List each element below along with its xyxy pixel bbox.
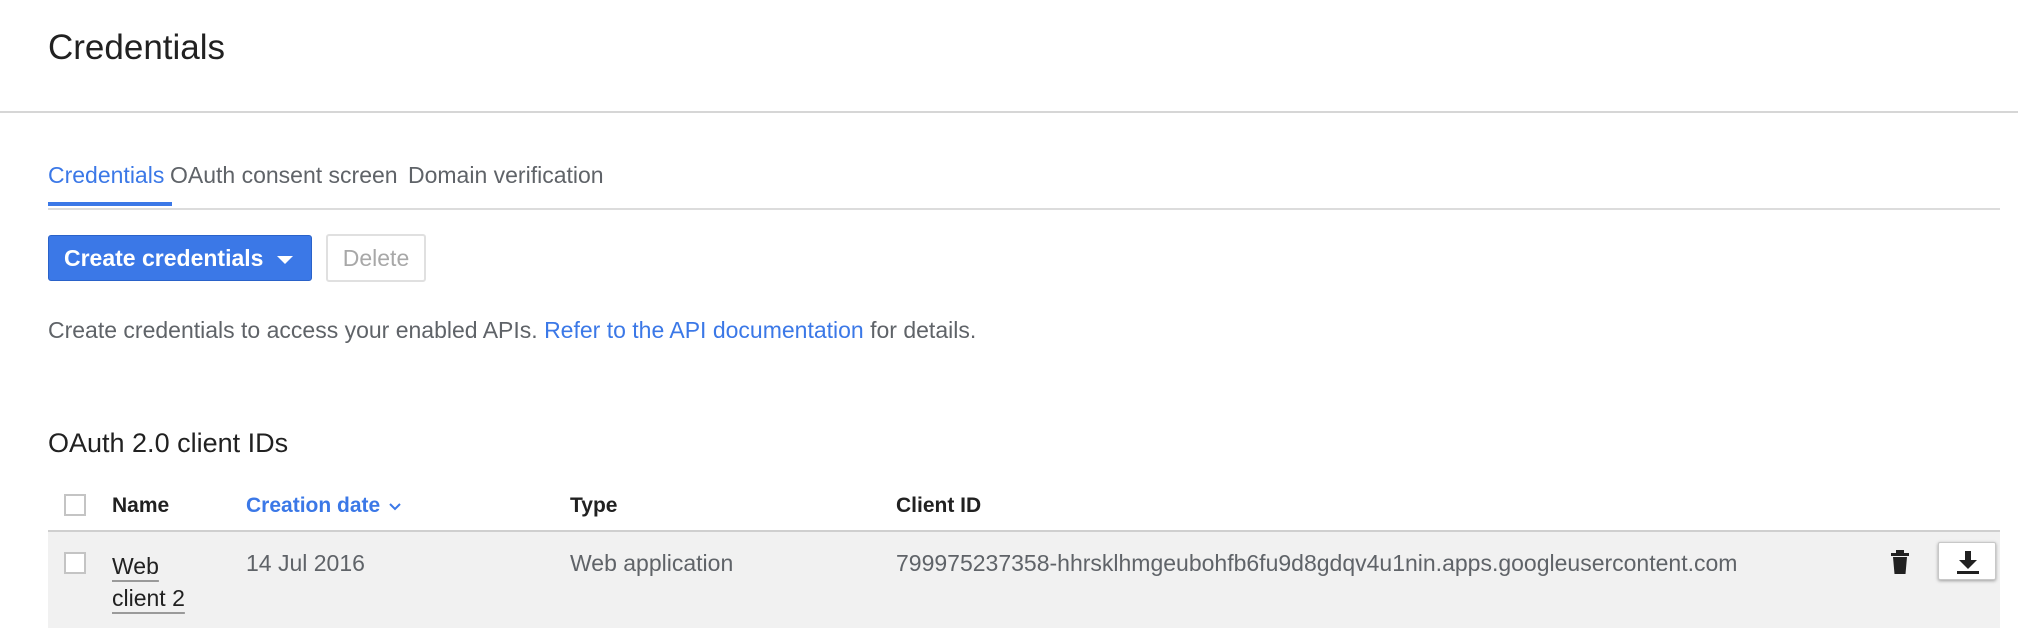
page-title: Credentials bbox=[48, 28, 226, 67]
client-name-line-2: client 2 bbox=[112, 585, 185, 611]
api-documentation-link[interactable]: Refer to the API documentation bbox=[544, 317, 864, 343]
column-header-type[interactable]: Type bbox=[570, 494, 617, 518]
tab-label: Credentials bbox=[48, 162, 165, 188]
tab-bar: Credentials OAuth consent screen Domain … bbox=[48, 158, 2000, 210]
tab-oauth-consent-screen[interactable]: OAuth consent screen bbox=[170, 162, 398, 189]
active-tab-indicator bbox=[48, 202, 172, 206]
caret-down-icon bbox=[277, 256, 293, 264]
column-header-label: Creation date bbox=[246, 494, 381, 517]
client-name-line-1: Web bbox=[112, 553, 159, 579]
create-credentials-label: Create credentials bbox=[64, 245, 264, 271]
creation-date-cell: 14 Jul 2016 bbox=[246, 550, 365, 576]
type-cell: Web application bbox=[570, 550, 734, 576]
download-button[interactable] bbox=[1938, 542, 1996, 580]
client-id-cell: 799975237358-hhrsklhmgeubohfb6fu9d8gdqv4… bbox=[896, 550, 1738, 576]
delete-button[interactable]: Delete bbox=[326, 234, 426, 282]
trash-icon[interactable] bbox=[1890, 550, 1910, 579]
info-prefix: Create credentials to access your enable… bbox=[48, 317, 538, 343]
tab-domain-verification[interactable]: Domain verification bbox=[408, 162, 604, 189]
chevron-down-icon bbox=[388, 494, 402, 518]
row-checkbox[interactable] bbox=[64, 552, 86, 574]
create-credentials-button[interactable]: Create credentials bbox=[48, 235, 312, 281]
column-header-creation-date[interactable]: Creation date bbox=[246, 494, 402, 518]
page-header: Credentials bbox=[0, 0, 2018, 113]
tab-credentials[interactable]: Credentials bbox=[48, 162, 172, 206]
column-header-client-id[interactable]: Client ID bbox=[896, 494, 981, 518]
client-name-link[interactable]: Web client 2 bbox=[112, 550, 212, 614]
oauth-client-ids-title: OAuth 2.0 client IDs bbox=[48, 428, 289, 458]
info-text: Create credentials to access your enable… bbox=[48, 317, 976, 344]
select-all-checkbox[interactable] bbox=[64, 494, 86, 516]
download-icon bbox=[1957, 551, 1979, 574]
table-header: Name Creation date Type Client ID bbox=[48, 480, 2000, 532]
column-header-name[interactable]: Name bbox=[112, 494, 169, 518]
tab-label: OAuth consent screen bbox=[170, 162, 398, 188]
tab-label: Domain verification bbox=[408, 162, 604, 188]
table-row: Web client 2 14 Jul 2016 Web application… bbox=[48, 532, 2000, 628]
info-suffix: for details. bbox=[870, 317, 977, 343]
